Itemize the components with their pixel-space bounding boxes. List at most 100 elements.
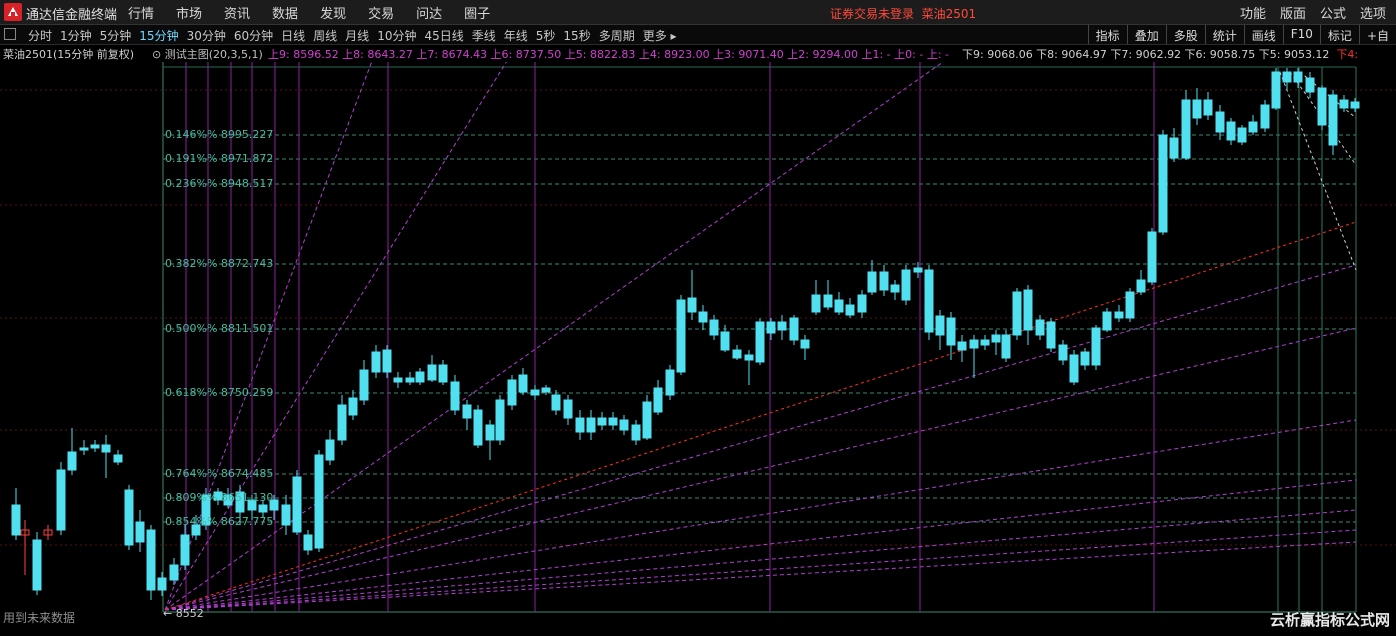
menu-item-options[interactable]: 选项: [1360, 3, 1386, 22]
symbol-period-label: 菜油2501(15分钟 前复权): [3, 48, 135, 61]
candle-body-41: [473, 409, 483, 446]
candle-body-32: [371, 351, 381, 373]
candle-body-112: [1271, 71, 1281, 109]
fan-line-5: [164, 419, 1357, 611]
tool-f10[interactable]: F10: [1282, 25, 1320, 44]
fib-label-1: 0.191%% 8971.872: [165, 152, 274, 165]
fan-line-4: [164, 327, 1357, 611]
candle-body-62: [709, 319, 719, 336]
period-tab-12[interactable]: 年线: [504, 27, 528, 44]
candle-body-6: [79, 447, 89, 451]
period-tab-6[interactable]: 日线: [281, 27, 305, 44]
menu-item-ask[interactable]: 问达: [416, 3, 442, 22]
current-symbol: 菜油2501: [921, 7, 977, 21]
candle-body-27: [314, 454, 324, 549]
tool-overlay[interactable]: 叠加: [1126, 25, 1166, 44]
fan-line-7: [164, 509, 1357, 611]
login-status[interactable]: 证券交易未登录 菜油2501: [830, 5, 976, 22]
period-tab-2[interactable]: 5分钟: [100, 27, 132, 44]
candle-body-95: [1080, 351, 1090, 366]
candle-body-58: [665, 369, 675, 396]
period-tab-9[interactable]: 10分钟: [377, 27, 416, 44]
candle-body-12: [146, 529, 156, 591]
period-tab-16[interactable]: 更多 ▸: [643, 27, 677, 44]
period-tab-0[interactable]: 分时: [28, 27, 52, 44]
candle-body-53: [608, 417, 618, 426]
candle-body-55: [631, 424, 641, 441]
tool-multi-stock[interactable]: 多股: [1165, 25, 1205, 44]
menu-item-discover[interactable]: 发现: [320, 3, 346, 22]
period-tab-7[interactable]: 周线: [313, 27, 337, 44]
period-tab-14[interactable]: 15秒: [563, 27, 590, 44]
menu-item-market[interactable]: 市场: [176, 3, 202, 22]
fib-label-7: 0.809%% 8651.130: [165, 491, 274, 504]
fib-label-3: 0.382%% 8872.743: [165, 257, 274, 270]
candle-body-24: [281, 504, 291, 526]
period-tab-8[interactable]: 月线: [345, 27, 369, 44]
candle-body-57: [653, 387, 663, 413]
period-tab-10[interactable]: 45日线: [424, 27, 463, 44]
candle-body-2: [32, 539, 42, 591]
login-status-text[interactable]: 证券交易未登录: [830, 7, 914, 21]
candle-body-79: [901, 269, 911, 301]
tool-statistics[interactable]: 统计: [1204, 25, 1244, 44]
candle-body-26: [303, 534, 313, 551]
menu-item-formula[interactable]: 公式: [1320, 3, 1346, 22]
menu-item-trade[interactable]: 交易: [368, 3, 394, 22]
candle-body-114: [1293, 71, 1303, 83]
candle-body-100: [1136, 279, 1146, 293]
period-tab-15[interactable]: 多周期: [599, 27, 635, 44]
candle-body-119: [1350, 101, 1360, 109]
app-title: 通达信金融终端: [26, 8, 118, 23]
candle-body-71: [811, 294, 821, 313]
menu-item-circle[interactable]: 圈子: [464, 3, 490, 22]
candle-body-92: [1046, 321, 1056, 349]
menu-item-data[interactable]: 数据: [272, 3, 298, 22]
candle-body-78: [890, 284, 900, 293]
menu-item-quotes[interactable]: 行情: [128, 3, 154, 22]
period-tab-4[interactable]: 30分钟: [187, 27, 226, 44]
app-logo-icon: [4, 3, 22, 21]
tool-mark[interactable]: 标记: [1319, 25, 1359, 44]
tool-custom[interactable]: +自: [1358, 25, 1396, 44]
indicator-name[interactable]: ⊙ 测试主图(20,3,5,1): [152, 46, 263, 61]
panel-toggle-icon[interactable]: [4, 28, 16, 40]
candle-body-39: [450, 381, 460, 411]
period-tab-3[interactable]: 15分钟: [139, 27, 178, 44]
candle-body-74: [845, 304, 855, 316]
down-levels-tail: 下4:: [1336, 48, 1359, 61]
candle-body-43: [495, 399, 505, 441]
candle-body-107: [1215, 111, 1225, 133]
candle-body-90: [1023, 289, 1033, 331]
period-toolbar: 分时 1分钟 5分钟 15分钟 30分钟 60分钟 日线 周线 月线 10分钟 45日线 季线 年线 5秒…: [0, 25, 1396, 45]
menu-item-function[interactable]: 功能: [1240, 3, 1266, 22]
menu-item-layout[interactable]: 版面: [1280, 3, 1306, 22]
menu-item-news[interactable]: 资讯: [224, 3, 250, 22]
candle-body-69: [789, 317, 799, 341]
candle-body-68: [777, 321, 787, 331]
candle-body-88: [1001, 334, 1011, 359]
period-tab-1[interactable]: 1分钟: [60, 27, 92, 44]
candle-body-116: [1317, 87, 1327, 126]
candle-body-29: [337, 404, 347, 441]
tool-draw-line[interactable]: 画线: [1243, 25, 1283, 44]
fib-label-6: 0.764%% 8674.485: [165, 467, 274, 480]
candle-body-31: [359, 369, 369, 401]
period-tab-11[interactable]: 季线: [472, 27, 496, 44]
tool-indicator[interactable]: 指标: [1087, 25, 1127, 44]
candle-body-81: [924, 269, 934, 333]
candle-body-76: [867, 271, 877, 293]
period-tab-13[interactable]: 5秒: [536, 27, 556, 44]
candle-body-101: [1147, 231, 1157, 283]
candle-body-35: [405, 377, 415, 383]
candle-body-86: [980, 339, 990, 346]
period-tab-5[interactable]: 60分钟: [234, 27, 273, 44]
candle-body-82: [935, 315, 945, 336]
kline-chart[interactable]: [0, 62, 1396, 614]
candle-body-45: [518, 374, 528, 393]
candle-body-118: [1339, 99, 1349, 109]
indicator-name-text[interactable]: 测试主图(20,3,5,1): [165, 48, 263, 61]
candle-body-51: [586, 417, 596, 433]
up-levels: 上9: 8596.52 上8: 8643.27 上7: 8674.43 上6: …: [268, 48, 949, 61]
candle-body-10: [124, 489, 134, 546]
